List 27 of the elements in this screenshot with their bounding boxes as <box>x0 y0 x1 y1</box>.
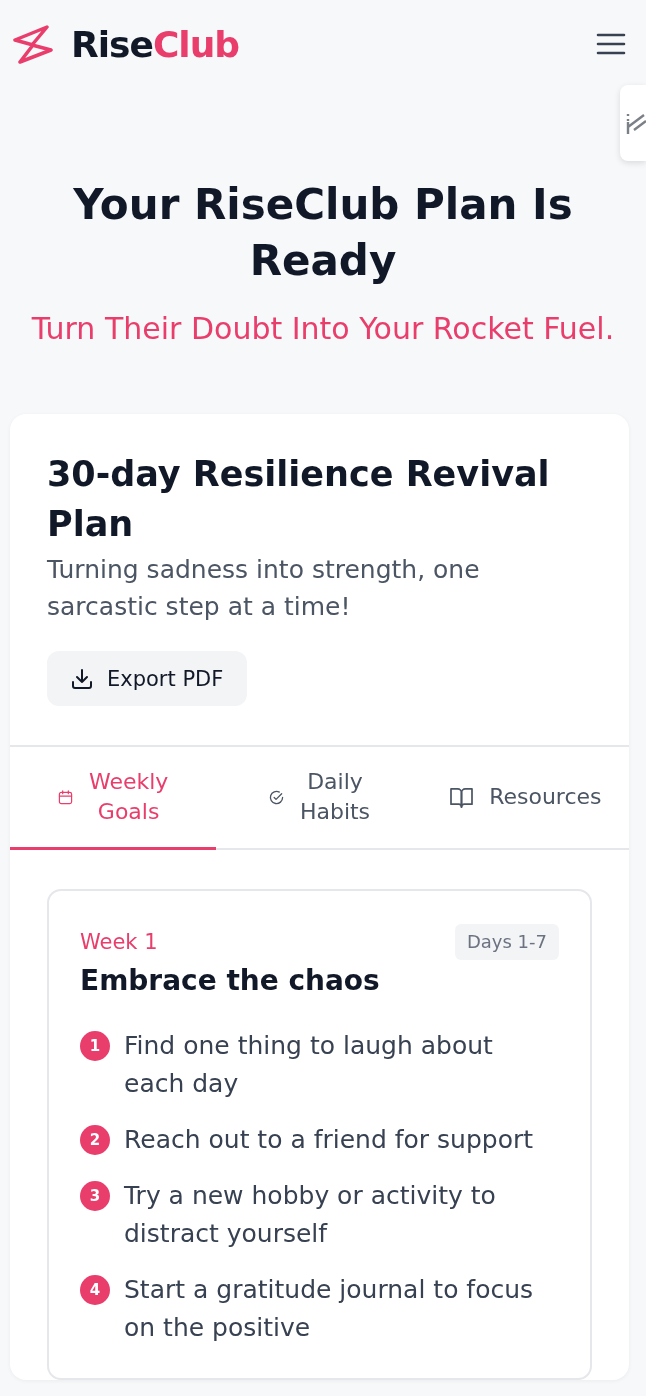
week-label: Week 1 <box>80 929 158 956</box>
page-subtitle: Turn Their Doubt Into Your Rocket Fuel. <box>30 311 616 347</box>
open-book-icon <box>450 786 474 808</box>
plan-description: Turning sadness into strength, one sarcastic step at a time! <box>47 554 481 623</box>
goal-number: 2 <box>80 1125 110 1155</box>
goal-text: Try a new hobby or activity to distract yourself <box>124 1180 497 1250</box>
export-pdf-button[interactable]: Export PDF <box>47 651 248 706</box>
goal-text: Reach out to a friend for support <box>124 1124 534 1156</box>
goal-number: 4 <box>80 1275 110 1305</box>
days-tag: Days 1-7 <box>454 924 559 960</box>
goal-text: Find one thing to laugh about each day <box>124 1030 494 1100</box>
week-title: Embrace the chaos <box>80 963 381 999</box>
plan-title: 30-day Resilience Revival Plan <box>47 453 551 546</box>
goal-number: 3 <box>80 1181 110 1211</box>
lightning-bolt-icon <box>12 24 53 64</box>
tab[interactable]: Daily Habits <box>216 747 423 850</box>
tab[interactable]: Resources <box>422 747 629 850</box>
side-panel-tab[interactable] <box>620 85 646 161</box>
check-circle-icon <box>268 789 284 805</box>
brand-name: RiseClub <box>71 23 240 65</box>
goal-number: 1 <box>80 1031 110 1061</box>
goal-text: Start a gratitude journal to focus on the positive <box>124 1274 535 1344</box>
menu-button[interactable] <box>596 32 626 56</box>
download-icon <box>71 667 93 690</box>
page-title: Your RiseClub Plan Is Ready <box>72 179 574 287</box>
calendar-icon <box>57 789 73 805</box>
tab[interactable]: Weekly Goals <box>10 747 217 850</box>
